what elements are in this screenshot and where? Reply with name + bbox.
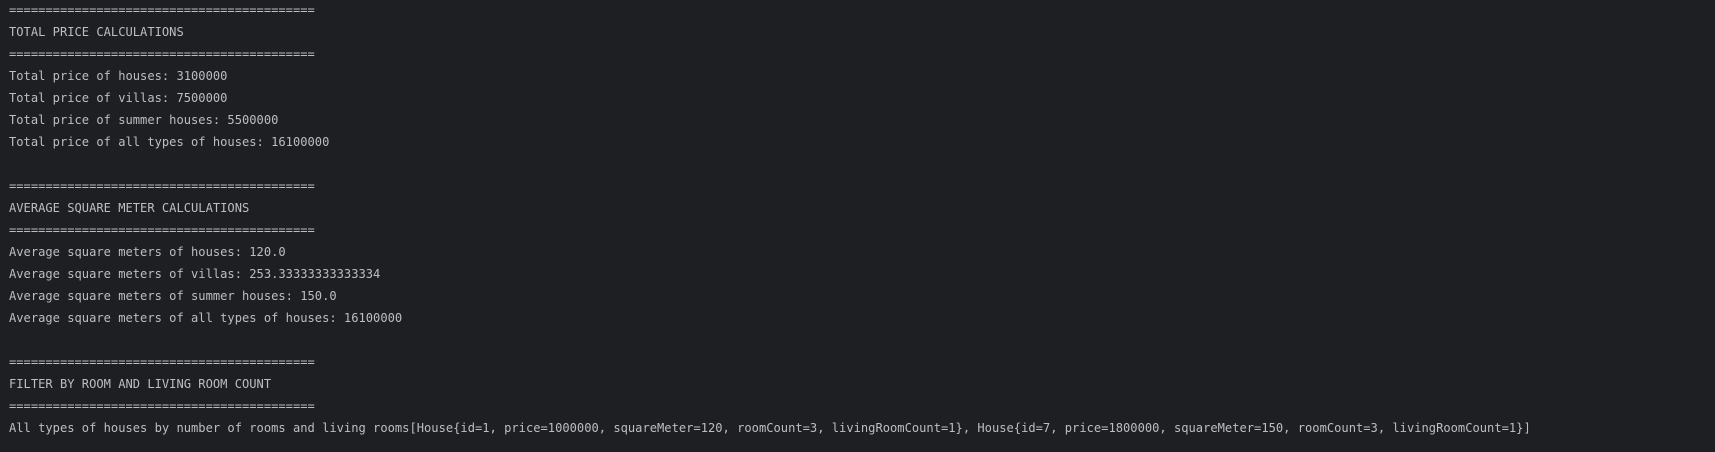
average-square-meter-heading: AVERAGE SQUARE METER CALCULATIONS	[9, 201, 250, 215]
average-square-meters-houses: Average square meters of houses: 120.0	[9, 245, 286, 259]
separator-line: ========================================…	[9, 3, 315, 17]
console-output: ========================================…	[9, 0, 1709, 452]
filter-heading: FILTER BY ROOM AND LIVING ROOM COUNT	[9, 377, 272, 391]
total-price-houses: Total price of houses: 3100000	[9, 69, 228, 83]
average-square-meters-summer-houses: Average square meters of summer houses: …	[9, 289, 337, 303]
average-square-meters-villas: Average square meters of villas: 253.333…	[9, 267, 381, 281]
separator-line: ========================================…	[9, 47, 315, 61]
total-price-heading: TOTAL PRICE CALCULATIONS	[9, 25, 184, 39]
average-square-meters-all-types: Average square meters of all types of ho…	[9, 311, 403, 325]
separator-line: ========================================…	[9, 223, 315, 237]
total-price-all-types: Total price of all types of houses: 1610…	[9, 135, 330, 149]
filter-result: All types of houses by number of rooms a…	[9, 421, 1531, 435]
separator-line: ========================================…	[9, 355, 315, 369]
separator-line: ========================================…	[9, 399, 315, 413]
total-price-summer-houses: Total price of summer houses: 5500000	[9, 113, 279, 127]
total-price-villas: Total price of villas: 7500000	[9, 91, 228, 105]
separator-line: ========================================…	[9, 179, 315, 193]
